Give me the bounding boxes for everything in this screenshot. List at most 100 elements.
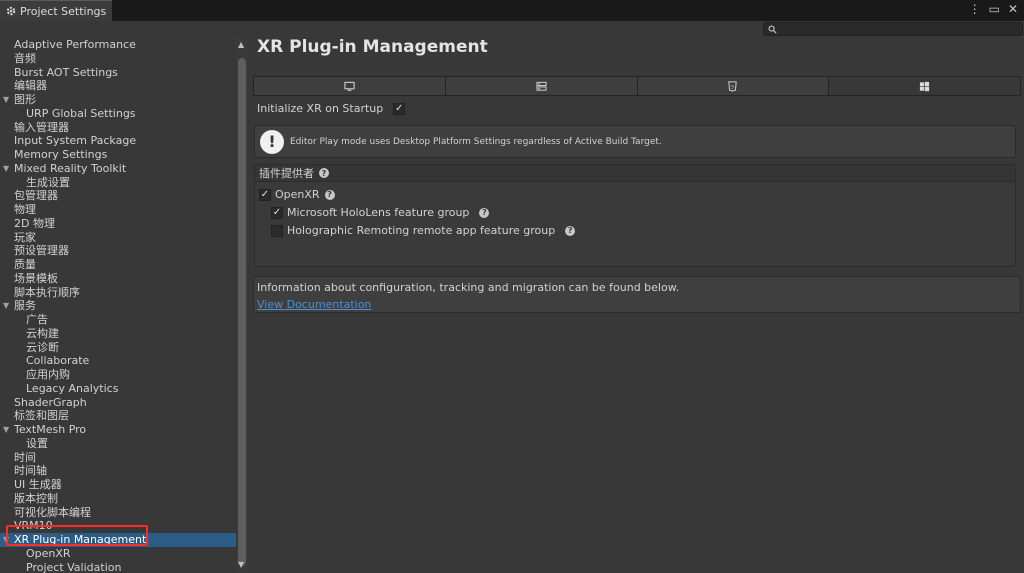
view-documentation-link[interactable]: View Documentation xyxy=(257,298,371,311)
sidebar-item[interactable]: ShaderGraph xyxy=(0,396,236,410)
provider-label: OpenXR xyxy=(275,188,320,201)
tab-server[interactable] xyxy=(445,77,638,95)
foldout-arrow-icon[interactable]: ▼ xyxy=(3,299,9,313)
sidebar-item[interactable]: UI 生成器 xyxy=(0,478,236,492)
sidebar-item[interactable]: Legacy Analytics xyxy=(0,382,236,396)
sidebar-item[interactable]: ▼ 服务 xyxy=(0,299,236,313)
sidebar-item[interactable]: 版本控制 xyxy=(0,492,236,506)
sidebar-item-label: 脚本执行顺序 xyxy=(14,285,80,299)
sidebar-item[interactable]: Collaborate xyxy=(0,354,236,368)
sidebar-item[interactable]: 云诊断 xyxy=(0,341,236,355)
foldout-arrow-icon[interactable]: ▼ xyxy=(3,162,9,176)
sidebar-item-label: 云构建 xyxy=(26,326,59,340)
sidebar-item-label: 广告 xyxy=(26,313,48,326)
sidebar-item[interactable]: 可视化脚本编程 xyxy=(0,506,236,520)
more-icon[interactable]: ⋮ xyxy=(969,2,981,16)
info-helpbox: ! Editor Play mode uses Desktop Platform… xyxy=(254,125,1016,158)
platform-tabs: 5 xyxy=(253,76,1021,96)
plugin-providers-header: 插件提供者 ? xyxy=(255,165,1015,182)
tab-desktop[interactable] xyxy=(254,77,446,95)
search-icon xyxy=(768,24,777,34)
provider-row: Holographic Remoting remote app feature … xyxy=(271,224,576,237)
sidebar-item-label: URP Global Settings xyxy=(26,106,136,120)
window-tab-bar: Project Settings ⋮ ▭ ✕ xyxy=(0,0,1024,21)
sidebar-item[interactable]: 质量 xyxy=(0,258,236,272)
search-input[interactable] xyxy=(763,22,1023,36)
sidebar-item[interactable]: OpenXR xyxy=(0,547,236,561)
foldout-arrow-icon[interactable]: ▼ xyxy=(3,93,9,107)
sidebar-item[interactable]: 包管理器 xyxy=(0,189,236,203)
provider-row: ✓ OpenXR? xyxy=(259,188,335,201)
sidebar-item[interactable]: 脚本执行顺序 xyxy=(0,286,236,300)
sidebar-item-label: Burst AOT Settings xyxy=(14,65,118,79)
sidebar-item[interactable]: Project Validation xyxy=(0,561,236,573)
sidebar-item[interactable]: 编辑器 xyxy=(0,79,236,93)
help-icon[interactable]: ? xyxy=(479,207,490,218)
sidebar-item[interactable]: 设置 xyxy=(0,437,236,451)
sidebar-item-label: 玩家 xyxy=(14,230,36,244)
help-icon[interactable]: ? xyxy=(565,225,576,236)
sidebar-item-label: 标签和图层 xyxy=(14,409,69,423)
project-settings-tab[interactable]: Project Settings xyxy=(0,0,112,21)
foldout-arrow-icon[interactable]: ▼ xyxy=(3,423,9,437)
scrollbar-thumb[interactable] xyxy=(238,58,246,566)
plugin-providers-group: 插件提供者 ? ✓ OpenXR? ✓ Microsoft HoloLens feat… xyxy=(254,164,1016,267)
initialize-xr-checkbox[interactable]: ✓ xyxy=(393,102,406,115)
sidebar-item-label: 设置 xyxy=(26,436,48,450)
provider-checkbox[interactable]: ✓ xyxy=(259,188,271,201)
sidebar-item-label: 应用内购 xyxy=(26,368,70,381)
sidebar-item[interactable]: 云构建 xyxy=(0,327,236,341)
maximize-icon[interactable]: ▭ xyxy=(989,2,1000,16)
sidebar-item-label: 质量 xyxy=(14,258,36,271)
sidebar-item-label: OpenXR xyxy=(26,546,71,560)
page-title: XR Plug-in Management xyxy=(257,37,488,57)
scroll-down-icon[interactable]: ▼ xyxy=(238,560,244,569)
info-text: Editor Play mode uses Desktop Platform S… xyxy=(290,136,662,147)
sidebar-item[interactable]: 物理 xyxy=(0,203,236,217)
sidebar-item[interactable]: 广告 xyxy=(0,313,236,327)
desktop-icon xyxy=(344,81,355,91)
tab-windows-uwp[interactable] xyxy=(829,77,1020,95)
sidebar-item[interactable]: Memory Settings xyxy=(0,148,236,162)
tab-webgl[interactable]: 5 xyxy=(637,77,830,95)
sidebar-item[interactable]: 输入管理器 xyxy=(0,121,236,135)
sidebar-item[interactable]: 玩家 xyxy=(0,231,236,245)
sidebar-item[interactable]: 场景模板 xyxy=(0,272,236,286)
provider-checkbox[interactable]: ✓ xyxy=(271,206,283,219)
server-icon xyxy=(536,81,547,91)
sidebar-item[interactable]: ▼ TextMesh Pro xyxy=(0,423,236,437)
sidebar-item-label: 输入管理器 xyxy=(14,120,69,134)
sidebar-item[interactable]: 标签和图层 xyxy=(0,409,236,423)
help-icon[interactable]: ? xyxy=(319,168,329,178)
sidebar-item-label: 物理 xyxy=(14,203,36,216)
sidebar-item[interactable]: 时间 xyxy=(0,451,236,465)
provider-checkbox[interactable] xyxy=(271,224,283,237)
warning-icon: ! xyxy=(260,129,284,154)
html5-icon: 5 xyxy=(728,80,738,92)
sidebar-item[interactable]: 应用内购 xyxy=(0,368,236,382)
sidebar-item[interactable]: 时间轴 xyxy=(0,464,236,478)
help-icon[interactable]: ? xyxy=(324,189,335,200)
provider-label: Holographic Remoting remote app feature … xyxy=(287,224,556,237)
scroll-up-icon[interactable]: ▲ xyxy=(238,40,244,49)
gear-icon xyxy=(5,5,17,17)
provider-label: Microsoft HoloLens feature group xyxy=(287,206,470,219)
sidebar-item-label: TextMesh Pro xyxy=(14,423,87,436)
sidebar-item[interactable]: 生成设置 xyxy=(0,176,236,190)
sidebar-item[interactable]: 预设管理器 xyxy=(0,244,236,258)
initialize-xr-row: Initialize XR on Startup ✓ xyxy=(257,102,406,115)
settings-sidebar: Adaptive Performance 音频 Burst AOT Settings… xyxy=(0,36,236,573)
sidebar-scrollbar[interactable]: ▲ ▼ xyxy=(236,36,248,573)
sidebar-item-label: Mixed Reality Toolkit xyxy=(14,161,127,175)
sidebar-item[interactable]: Adaptive Performance xyxy=(0,38,236,52)
sidebar-item[interactable]: Burst AOT Settings xyxy=(0,66,236,80)
sidebar-item[interactable]: 音频 xyxy=(0,52,236,66)
sidebar-item-label: Input System Package xyxy=(14,134,137,148)
sidebar-item[interactable]: Input System Package xyxy=(0,134,236,148)
sidebar-item-label: 版本控制 xyxy=(14,491,58,505)
sidebar-item[interactable]: URP Global Settings xyxy=(0,107,236,121)
close-icon[interactable]: ✕ xyxy=(1008,2,1018,16)
sidebar-item[interactable]: 2D 物理 xyxy=(0,217,236,231)
sidebar-item[interactable]: ▼ 图形 xyxy=(0,93,236,107)
sidebar-item[interactable]: ▼ Mixed Reality Toolkit xyxy=(0,162,236,176)
